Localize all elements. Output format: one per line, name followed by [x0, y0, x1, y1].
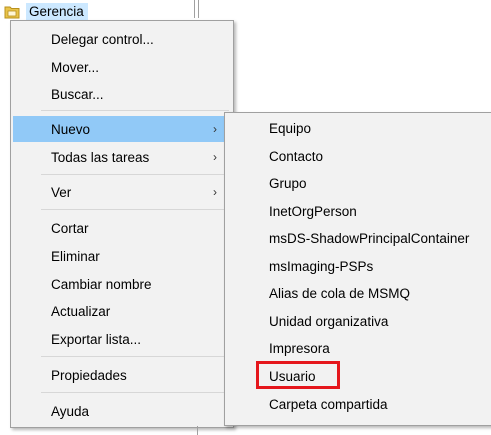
- menu-item-actualizar[interactable]: Actualizar: [13, 298, 231, 324]
- submenu-item-grupo[interactable]: Grupo: [227, 170, 491, 196]
- context-menu: Delegar control... Mover... Buscar... Nu…: [10, 20, 234, 428]
- tree-node-label[interactable]: Gerencia: [26, 3, 88, 21]
- menu-item-ayuda[interactable]: Ayuda: [13, 398, 231, 424]
- submenu-item-equipo[interactable]: Equipo: [227, 115, 491, 141]
- menu-item-ver[interactable]: Ver ›: [13, 179, 231, 205]
- menu-item-buscar[interactable]: Buscar...: [13, 81, 231, 107]
- pane-divider: [198, 0, 199, 18]
- submenu-item-msimaging-psps[interactable]: msImaging-PSPs: [227, 253, 491, 279]
- menu-item-delegar-control[interactable]: Delegar control...: [13, 26, 231, 52]
- submenu-item-unidad-organizativa[interactable]: Unidad organizativa: [227, 308, 491, 334]
- tree-node-gerencia[interactable]: Gerencia: [4, 3, 88, 21]
- submenu-item-alias-de-cola-msmq[interactable]: Alias de cola de MSMQ: [227, 280, 491, 306]
- chevron-right-icon: ›: [213, 150, 217, 164]
- menu-separator: [41, 356, 229, 357]
- submenu-item-impresora[interactable]: Impresora: [227, 335, 491, 361]
- menu-item-cambiar-nombre[interactable]: Cambiar nombre: [13, 271, 231, 297]
- submenu-item-msds-shadowprincipalcontainer[interactable]: msDS-ShadowPrincipalContainer: [227, 225, 491, 251]
- menu-item-mover[interactable]: Mover...: [13, 54, 231, 80]
- menu-item-exportar-lista[interactable]: Exportar lista...: [13, 326, 231, 352]
- menu-separator: [41, 392, 229, 393]
- submenu-item-inetorgperson[interactable]: InetOrgPerson: [227, 198, 491, 224]
- pane-divider: [197, 426, 198, 435]
- chevron-right-icon: ›: [213, 185, 217, 199]
- menu-item-todas-las-tareas[interactable]: Todas las tareas ›: [13, 144, 231, 170]
- submenu-item-contacto[interactable]: Contacto: [227, 143, 491, 169]
- menu-item-eliminar[interactable]: Eliminar: [13, 243, 231, 269]
- menu-item-propiedades[interactable]: Propiedades: [13, 362, 231, 388]
- menu-item-cortar[interactable]: Cortar: [13, 215, 231, 241]
- pane-divider: [194, 0, 195, 18]
- menu-item-nuevo[interactable]: Nuevo ›: [13, 116, 231, 142]
- chevron-right-icon: ›: [213, 122, 217, 136]
- folder-icon: [4, 5, 20, 19]
- annotation-highlight-box: [256, 361, 340, 389]
- menu-separator: [41, 174, 229, 175]
- menu-separator: [41, 209, 229, 210]
- submenu-item-carpeta-compartida[interactable]: Carpeta compartida: [227, 391, 491, 417]
- menu-separator: [41, 110, 229, 111]
